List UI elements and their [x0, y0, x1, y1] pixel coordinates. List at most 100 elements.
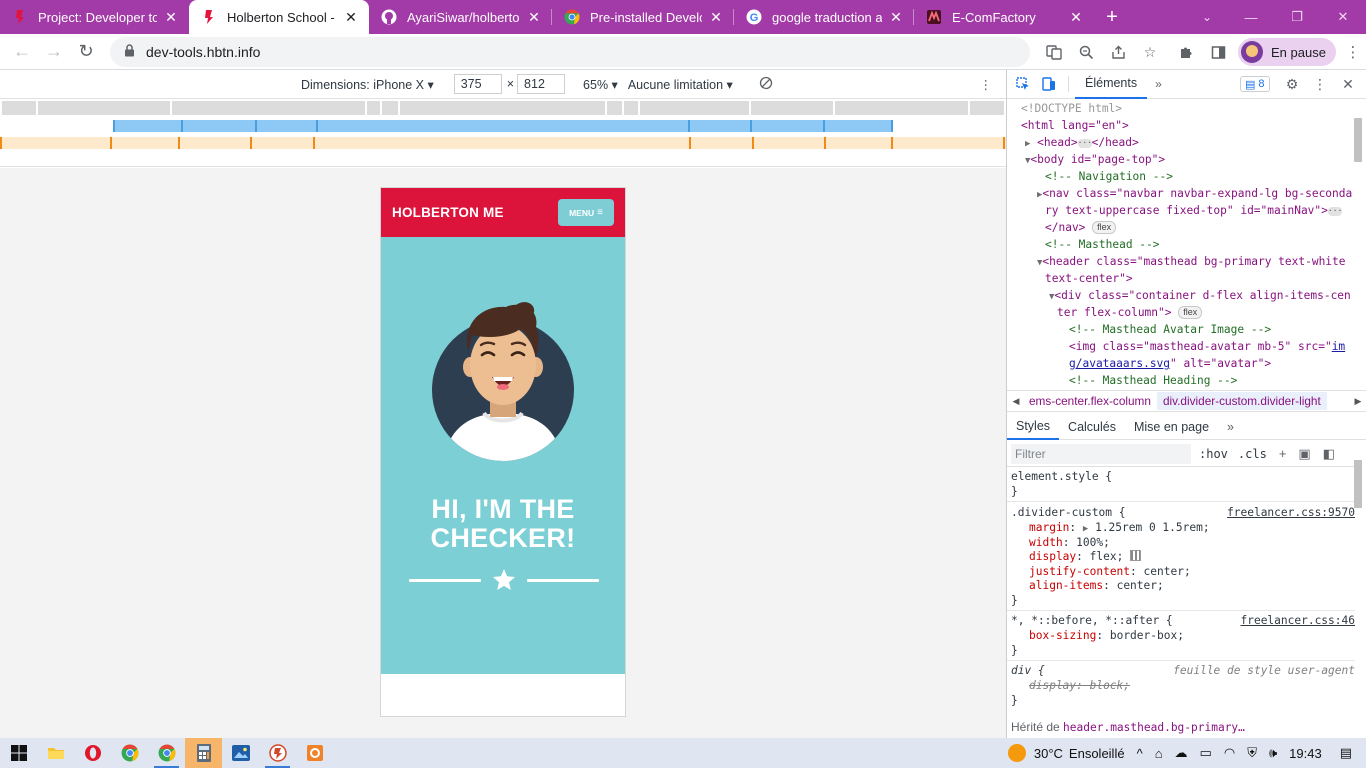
dom-comment[interactable]: <!-- Masthead Heading -->: [1069, 372, 1237, 389]
menu-button[interactable]: MENU ≡: [558, 199, 614, 226]
security-icon[interactable]: ⛨: [1247, 745, 1257, 761]
opera-icon[interactable]: [74, 738, 111, 768]
rule-selector[interactable]: div {: [1011, 664, 1045, 679]
chevron-up-icon[interactable]: ^: [1137, 746, 1143, 761]
window-close-icon[interactable]: ✕: [1320, 0, 1366, 34]
tab-styles[interactable]: Styles: [1007, 414, 1060, 440]
rule-source-link[interactable]: freelancer.css:9570: [1227, 506, 1355, 521]
address-bar[interactable]: dev-tools.hbtn.info: [110, 36, 1030, 67]
rule-property[interactable]: justify-content: center;: [1029, 565, 1191, 580]
close-icon[interactable]: ✕: [163, 9, 179, 26]
breadcrumb-item-selected[interactable]: div.divider-custom.divider-light: [1156, 392, 1327, 410]
zoom-select[interactable]: 65% ▾: [583, 77, 618, 92]
breadcrumb-item[interactable]: ems-center.flex-column: [1025, 394, 1157, 408]
bookmark-star-icon[interactable]: ☆: [1134, 44, 1166, 61]
flex-badge[interactable]: flex: [1178, 306, 1203, 319]
browser-tab[interactable]: Project: Developer to ✕: [0, 0, 189, 34]
cls-toggle[interactable]: .cls: [1238, 447, 1267, 461]
restore-icon[interactable]: ❐: [1274, 0, 1320, 34]
network-icon[interactable]: ⌂: [1155, 746, 1163, 761]
browser-menu-icon[interactable]: ⋮: [1340, 43, 1366, 61]
tab-search-icon[interactable]: ⌄: [1197, 0, 1217, 34]
flexbox-editor-icon[interactable]: [1130, 550, 1142, 561]
filter-input[interactable]: Filtrer: [1011, 443, 1191, 464]
forward-icon[interactable]: →: [38, 36, 70, 68]
onedrive-icon[interactable]: ☁: [1175, 745, 1188, 761]
dom-comment[interactable]: <!-- Masthead -->: [1045, 236, 1160, 253]
media-query-row-min[interactable]: [0, 137, 1006, 149]
width-input[interactable]: 375: [453, 74, 502, 94]
height-input[interactable]: 812: [517, 74, 566, 94]
devtools-menu-icon[interactable]: ⋮: [1306, 76, 1334, 93]
rotate-icon[interactable]: [759, 76, 773, 93]
issues-badge[interactable]: ▤ 8: [1240, 76, 1270, 92]
device-toggle-icon[interactable]: [1036, 77, 1062, 91]
profile-button[interactable]: En pause: [1238, 38, 1336, 66]
rule-property[interactable]: width: 100%;: [1029, 536, 1110, 551]
battery-icon[interactable]: ▭: [1200, 745, 1212, 761]
media-query-row-max[interactable]: [2, 101, 1004, 115]
styles-scrollbar[interactable]: [1354, 460, 1362, 508]
sidebar-toggle-icon[interactable]: ◧: [1323, 446, 1335, 462]
paint-icon[interactable]: ▣: [1298, 446, 1310, 462]
weather-text[interactable]: Ensoleillé: [1069, 746, 1125, 761]
browser-tab[interactable]: E-ComFactory ✕: [914, 0, 1094, 34]
dom-scrollbar[interactable]: [1354, 118, 1362, 162]
browser-tab[interactable]: AyariSiwar/holbertons ✕: [369, 0, 552, 34]
zoom-icon[interactable]: [1070, 45, 1102, 60]
app-orange-icon[interactable]: [296, 738, 333, 768]
site-brand[interactable]: HOLBERTON ME: [392, 205, 504, 220]
extensions-icon[interactable]: [1170, 45, 1202, 60]
close-icon[interactable]: ✕: [1068, 9, 1084, 26]
weather-sun-icon[interactable]: [1007, 744, 1026, 762]
rule-property[interactable]: margin: ▶ 1.25rem 0 1.5rem;: [1029, 521, 1210, 537]
devtools-close-icon[interactable]: ✕: [1334, 76, 1362, 93]
lock-icon[interactable]: [124, 43, 136, 60]
new-tab-button[interactable]: +: [1094, 0, 1130, 34]
share-icon[interactable]: [1102, 45, 1134, 60]
device-select[interactable]: Dimensions: iPhone X ▾: [301, 77, 434, 92]
settings-gear-icon[interactable]: ⚙: [1278, 76, 1306, 93]
rule-property-overridden[interactable]: display: block;: [1029, 679, 1130, 694]
chrome-icon[interactable]: [111, 738, 148, 768]
file-explorer-icon[interactable]: [37, 738, 74, 768]
photos-icon[interactable]: [222, 738, 259, 768]
new-rule-icon[interactable]: +: [1279, 446, 1287, 461]
rule-selector[interactable]: .divider-custom {: [1011, 506, 1126, 521]
dom-node[interactable]: </nav> flex: [1045, 219, 1117, 236]
throttle-select[interactable]: Aucune limitation ▾: [628, 77, 733, 92]
rule-property[interactable]: align-items: center;: [1029, 579, 1164, 594]
tab-elements[interactable]: Éléments: [1075, 70, 1148, 99]
chevron-left-icon[interactable]: ◀: [1007, 396, 1025, 407]
hov-toggle[interactable]: :hov: [1199, 447, 1228, 461]
close-icon[interactable]: ✕: [888, 9, 904, 26]
rule-property[interactable]: box-sizing: border-box;: [1029, 629, 1184, 644]
img-src-link[interactable]: im: [1332, 340, 1345, 353]
img-src-link[interactable]: g/avataaars.svg: [1069, 357, 1170, 370]
flex-badge[interactable]: flex: [1092, 221, 1117, 234]
close-icon[interactable]: ✕: [526, 9, 542, 26]
translate-icon[interactable]: [1038, 44, 1070, 60]
rule-property[interactable]: display: flex;: [1029, 550, 1142, 565]
chevron-right-icon[interactable]: ▶: [1349, 396, 1366, 407]
notifications-icon[interactable]: ▤: [1340, 745, 1352, 761]
back-icon[interactable]: ←: [6, 36, 38, 68]
dom-node[interactable]: <html lang="en">: [1021, 117, 1129, 134]
reload-icon[interactable]: ↻: [70, 36, 102, 68]
more-tabs-icon[interactable]: »: [1147, 77, 1170, 91]
browser-tab[interactable]: Pre-installed Develope ✕: [552, 0, 734, 34]
close-icon[interactable]: ✕: [343, 9, 359, 26]
minimize-icon[interactable]: —: [1228, 0, 1274, 34]
browser-tab-active[interactable]: Holberton School - De ✕: [189, 0, 369, 34]
holberton-app-icon[interactable]: [259, 738, 296, 768]
dom-comment[interactable]: <!-- Masthead Avatar Image -->: [1069, 321, 1271, 338]
dom-node[interactable]: <!DOCTYPE html>: [1021, 100, 1122, 117]
weather-temp[interactable]: 30°C: [1034, 746, 1063, 761]
volume-icon[interactable]: 🕪: [1269, 745, 1277, 761]
calculator-icon[interactable]: [185, 738, 222, 768]
more-tabs-icon[interactable]: »: [1218, 414, 1243, 440]
tab-computed[interactable]: Calculés: [1059, 414, 1125, 440]
side-panel-icon[interactable]: [1202, 45, 1234, 60]
inspect-icon[interactable]: [1010, 77, 1036, 91]
media-query-row-range[interactable]: [113, 120, 893, 132]
